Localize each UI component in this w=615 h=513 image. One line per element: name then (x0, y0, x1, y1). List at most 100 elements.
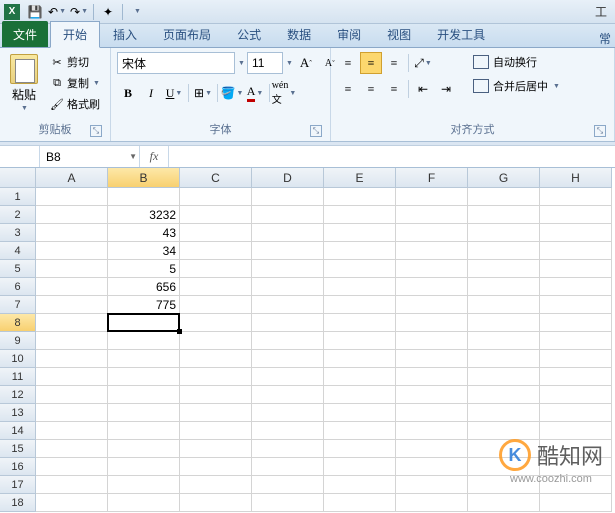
cell-E11[interactable] (324, 368, 396, 386)
cell-E3[interactable] (324, 224, 396, 242)
cell-H1[interactable] (540, 188, 612, 206)
cell-B17[interactable] (108, 476, 180, 494)
align-top-button[interactable]: ≡ (337, 52, 359, 74)
cell-B5[interactable]: 5 (108, 260, 180, 278)
cell-C4[interactable] (180, 242, 252, 260)
wrap-text-button[interactable]: 自动换行 (469, 52, 564, 72)
cell-F10[interactable] (396, 350, 468, 368)
cell-H13[interactable] (540, 404, 612, 422)
cell-B8[interactable] (108, 314, 180, 332)
cell-F15[interactable] (396, 440, 468, 458)
row-header-6[interactable]: 6 (0, 278, 36, 296)
cell-G11[interactable] (468, 368, 540, 386)
row-header-13[interactable]: 13 (0, 404, 36, 422)
cell-E18[interactable] (324, 494, 396, 512)
cell-D8[interactable] (252, 314, 324, 332)
cell-B1[interactable] (108, 188, 180, 206)
qat-undo-button[interactable]: ↶▼ (47, 2, 67, 22)
cell-H18[interactable] (540, 494, 612, 512)
cell-B3[interactable]: 43 (108, 224, 180, 242)
cell-D9[interactable] (252, 332, 324, 350)
chevron-down-icon[interactable]: ▼ (129, 152, 137, 161)
chevron-down-icon[interactable]: ▼ (286, 60, 293, 67)
cell-G13[interactable] (468, 404, 540, 422)
cell-G5[interactable] (468, 260, 540, 278)
cell-H6[interactable] (540, 278, 612, 296)
cell-G18[interactable] (468, 494, 540, 512)
tab-data[interactable]: 数据 (274, 21, 324, 47)
cell-E1[interactable] (324, 188, 396, 206)
cell-C16[interactable] (180, 458, 252, 476)
cell-B11[interactable] (108, 368, 180, 386)
cell-A12[interactable] (36, 386, 108, 404)
cell-H10[interactable] (540, 350, 612, 368)
chevron-down-icon[interactable]: ▼ (238, 60, 245, 67)
cell-E16[interactable] (324, 458, 396, 476)
cell-G3[interactable] (468, 224, 540, 242)
cell-E8[interactable] (324, 314, 396, 332)
cell-A16[interactable] (36, 458, 108, 476)
cell-F17[interactable] (396, 476, 468, 494)
fill-handle[interactable] (177, 329, 182, 334)
tab-formulas[interactable]: 公式 (224, 21, 274, 47)
format-painter-button[interactable]: 🖌格式刷 (46, 94, 104, 114)
row-header-11[interactable]: 11 (0, 368, 36, 386)
col-header-G[interactable]: G (468, 168, 540, 188)
tab-home[interactable]: 开始 (50, 21, 100, 48)
select-all-corner[interactable] (0, 168, 36, 188)
cell-A5[interactable] (36, 260, 108, 278)
cell-B7[interactable]: 775 (108, 296, 180, 314)
align-right-button[interactable]: ≡ (383, 78, 405, 100)
cell-A4[interactable] (36, 242, 108, 260)
cell-F12[interactable] (396, 386, 468, 404)
cell-G10[interactable] (468, 350, 540, 368)
cell-F9[interactable] (396, 332, 468, 350)
cell-F2[interactable] (396, 206, 468, 224)
cell-D16[interactable] (252, 458, 324, 476)
cell-E4[interactable] (324, 242, 396, 260)
cell-E13[interactable] (324, 404, 396, 422)
cell-B14[interactable] (108, 422, 180, 440)
cell-A7[interactable] (36, 296, 108, 314)
cell-H4[interactable] (540, 242, 612, 260)
formula-input[interactable] (169, 146, 615, 167)
dialog-launcher[interactable]: ⤡ (310, 125, 322, 137)
cell-E17[interactable] (324, 476, 396, 494)
cell-H11[interactable] (540, 368, 612, 386)
cell-D7[interactable] (252, 296, 324, 314)
cell-E10[interactable] (324, 350, 396, 368)
cell-A6[interactable] (36, 278, 108, 296)
cell-E2[interactable] (324, 206, 396, 224)
cell-F6[interactable] (396, 278, 468, 296)
qat-customize-button[interactable]: ▼ (127, 2, 147, 22)
row-header-3[interactable]: 3 (0, 224, 36, 242)
cell-F7[interactable] (396, 296, 468, 314)
cell-D2[interactable] (252, 206, 324, 224)
row-header-12[interactable]: 12 (0, 386, 36, 404)
cut-button[interactable]: ✂剪切 (46, 52, 104, 72)
italic-button[interactable]: I (140, 82, 162, 104)
cell-E12[interactable] (324, 386, 396, 404)
col-header-E[interactable]: E (324, 168, 396, 188)
cell-C12[interactable] (180, 386, 252, 404)
underline-button[interactable]: U▼ (163, 82, 185, 104)
cell-H5[interactable] (540, 260, 612, 278)
row-header-16[interactable]: 16 (0, 458, 36, 476)
merge-center-button[interactable]: 合并后居中 ▼ (469, 76, 564, 96)
cell-E9[interactable] (324, 332, 396, 350)
insert-function-button[interactable]: fx (144, 149, 164, 164)
cell-G1[interactable] (468, 188, 540, 206)
cell-A8[interactable] (36, 314, 108, 332)
cell-G12[interactable] (468, 386, 540, 404)
row-header-8[interactable]: 8 (0, 314, 36, 332)
cell-F18[interactable] (396, 494, 468, 512)
borders-button[interactable]: ⊞▼ (192, 82, 214, 104)
cell-F8[interactable] (396, 314, 468, 332)
cell-C6[interactable] (180, 278, 252, 296)
copy-button[interactable]: ⧉复制▼ (46, 73, 104, 93)
row-header-2[interactable]: 2 (0, 206, 36, 224)
cell-D13[interactable] (252, 404, 324, 422)
cell-B15[interactable] (108, 440, 180, 458)
cell-A11[interactable] (36, 368, 108, 386)
cell-F3[interactable] (396, 224, 468, 242)
